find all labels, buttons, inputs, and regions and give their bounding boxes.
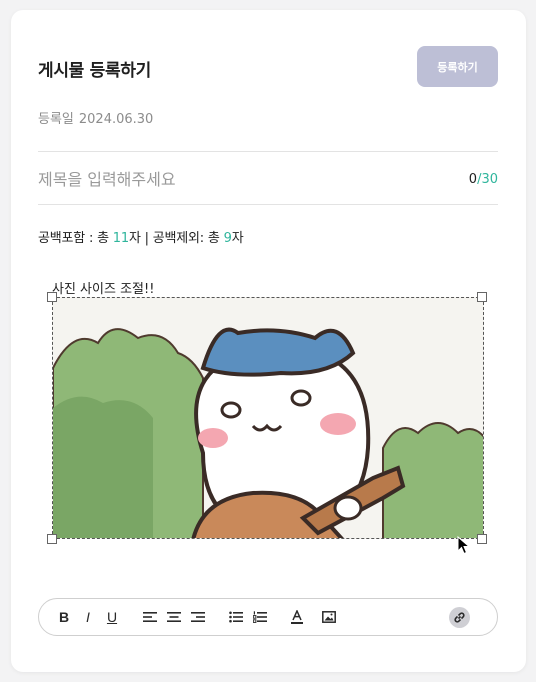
align-right-icon[interactable] bbox=[191, 608, 205, 626]
mouse-cursor-icon bbox=[457, 536, 471, 555]
align-left-icon[interactable] bbox=[143, 608, 157, 626]
editor-text-line[interactable]: 사진 사이즈 조절!! bbox=[52, 278, 154, 297]
numbered-list-icon[interactable] bbox=[253, 608, 267, 626]
post-form-card: 게시물 등록하기 등록하기 등록일 2024.06.30 0/30 공백포함 : … bbox=[11, 10, 526, 672]
date-value: 2024.06.30 bbox=[78, 112, 154, 127]
embedded-image[interactable] bbox=[52, 297, 484, 539]
underline-button[interactable]: U bbox=[106, 608, 118, 626]
resize-handle-bottom-left[interactable] bbox=[47, 534, 57, 544]
align-center-icon[interactable] bbox=[167, 608, 181, 626]
bullet-list-icon[interactable] bbox=[229, 608, 243, 626]
resize-handle-bottom-right[interactable] bbox=[477, 534, 487, 544]
cat-guitar-illustration bbox=[53, 298, 483, 538]
divider bbox=[38, 204, 498, 205]
text-color-icon[interactable] bbox=[290, 608, 304, 626]
date-label: 등록일 bbox=[38, 112, 74, 127]
link-icon bbox=[454, 612, 465, 623]
counter-max: 30 bbox=[481, 172, 498, 187]
image-icon[interactable] bbox=[322, 608, 336, 626]
resize-handle-top-left[interactable] bbox=[47, 292, 57, 302]
without-spaces-value: 9 bbox=[223, 231, 232, 246]
resize-handle-top-right[interactable] bbox=[477, 292, 487, 302]
editor-toolbar: B I U bbox=[38, 598, 498, 636]
with-spaces-unit: 자 | bbox=[128, 231, 153, 246]
with-spaces-value: 11 bbox=[112, 231, 129, 246]
link-button[interactable] bbox=[449, 607, 470, 628]
without-spaces-label: 공백제외: 총 bbox=[152, 231, 224, 246]
with-spaces-label: 공백포함 : 총 bbox=[38, 231, 113, 246]
counter-current: 0 bbox=[468, 172, 478, 187]
without-spaces-unit: 자 bbox=[231, 231, 244, 246]
content-char-count: 공백포함 : 총 11자 | 공백제외: 총 9자 bbox=[38, 227, 244, 246]
italic-button[interactable]: I bbox=[82, 608, 94, 626]
registration-date: 등록일 2024.06.30 bbox=[38, 108, 153, 127]
page-title: 게시물 등록하기 bbox=[38, 61, 151, 81]
bold-button[interactable]: B bbox=[58, 608, 70, 626]
title-input[interactable] bbox=[38, 164, 458, 194]
title-char-counter: 0/30 bbox=[469, 172, 498, 187]
divider bbox=[38, 151, 498, 152]
submit-button[interactable]: 등록하기 bbox=[417, 46, 498, 87]
